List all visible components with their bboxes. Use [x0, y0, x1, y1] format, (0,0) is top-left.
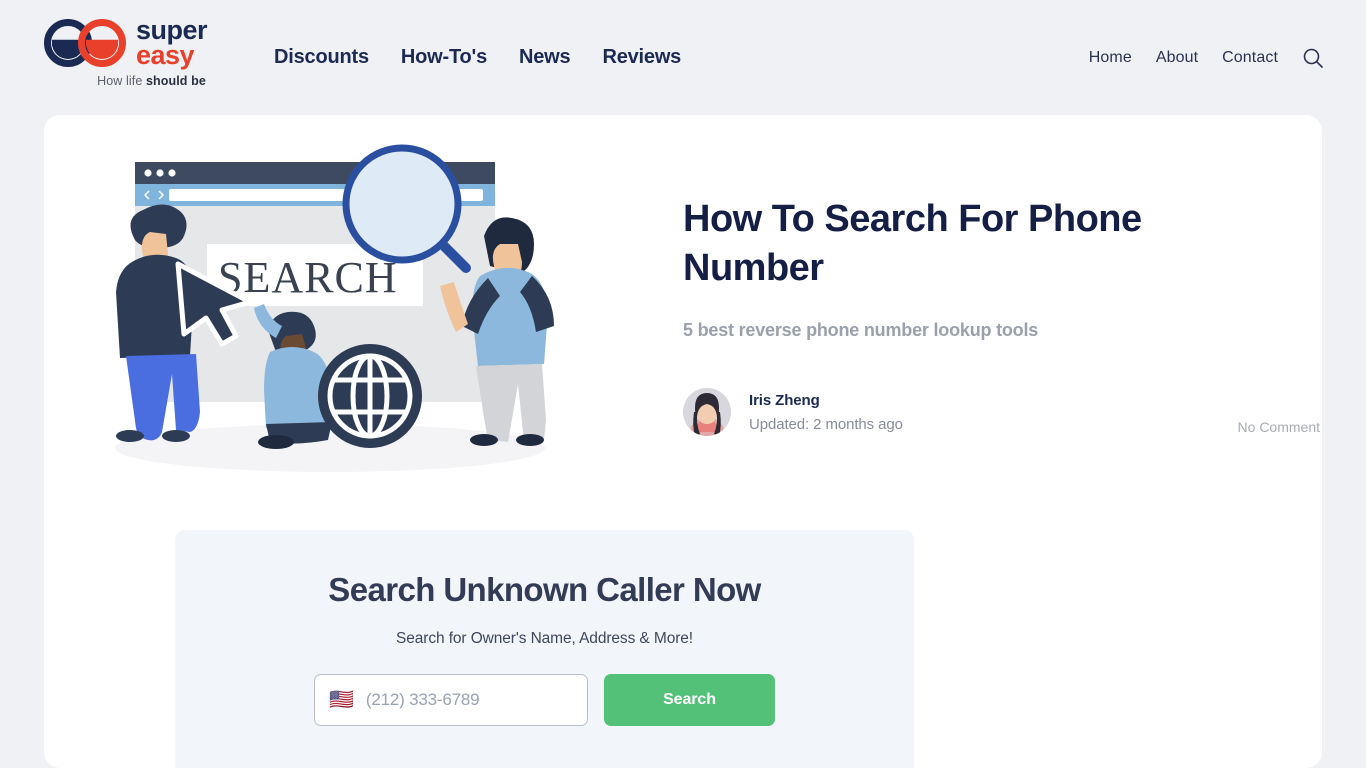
nav-item-home[interactable]: Home [1089, 49, 1132, 67]
article-card: SEARCH How To Search For Phone Number 5 … [44, 115, 1322, 768]
primary-navigation: Discounts How-To's News Reviews [274, 46, 681, 69]
site-header: super easy How life should be Discounts … [0, 0, 1366, 115]
search-icon[interactable] [1302, 47, 1324, 69]
comment-count[interactable]: No Comment [1135, 419, 1320, 435]
search-button[interactable]: Search [604, 674, 775, 726]
nav-item-news[interactable]: News [519, 46, 571, 69]
nav-item-how-tos[interactable]: How-To's [401, 46, 487, 69]
logo-word-easy: easy [136, 39, 195, 70]
supereasy-logo-icon [44, 18, 126, 67]
phone-input-wrapper[interactable]: 🇺🇸 [314, 674, 588, 726]
phone-search-form: 🇺🇸 Search [175, 674, 914, 726]
tagline-prefix: How life [97, 73, 146, 88]
caller-search-widget: Search Unknown Caller Now Search for Own… [175, 530, 914, 768]
hero-illustration: SEARCH [80, 140, 580, 480]
utility-navigation: Home About Contact [1089, 47, 1324, 69]
site-logo[interactable]: super easy How life should be [44, 17, 259, 98]
logo-row: super easy [44, 17, 259, 70]
article-subtitle: 5 best reverse phone number lookup tools [683, 320, 1039, 341]
nav-item-reviews[interactable]: Reviews [602, 46, 681, 69]
nav-item-contact[interactable]: Contact [1222, 49, 1278, 67]
tagline-strong: should be [145, 73, 206, 88]
logo-wordmark: super easy [136, 17, 208, 70]
widget-subtitle: Search for Owner's Name, Address & More! [395, 630, 694, 647]
nav-item-about[interactable]: About [1156, 49, 1198, 67]
illustration-search-word: SEARCH [218, 253, 398, 302]
author-name[interactable]: Iris Zheng [749, 392, 903, 409]
avatar [683, 388, 731, 436]
widget-title: Search Unknown Caller Now [328, 571, 761, 608]
nav-item-discounts[interactable]: Discounts [274, 46, 369, 69]
updated-timestamp: Updated: 2 months ago [749, 415, 903, 433]
logo-tagline: How life should be [44, 74, 259, 88]
us-flag-icon[interactable]: 🇺🇸 [329, 690, 354, 710]
article-header: How To Search For Phone Number 5 best re… [683, 195, 1263, 341]
phone-number-input[interactable] [365, 690, 573, 710]
byline-text: Iris Zheng Updated: 2 months ago [749, 392, 903, 433]
page-title: How To Search For Phone Number [683, 198, 1142, 289]
